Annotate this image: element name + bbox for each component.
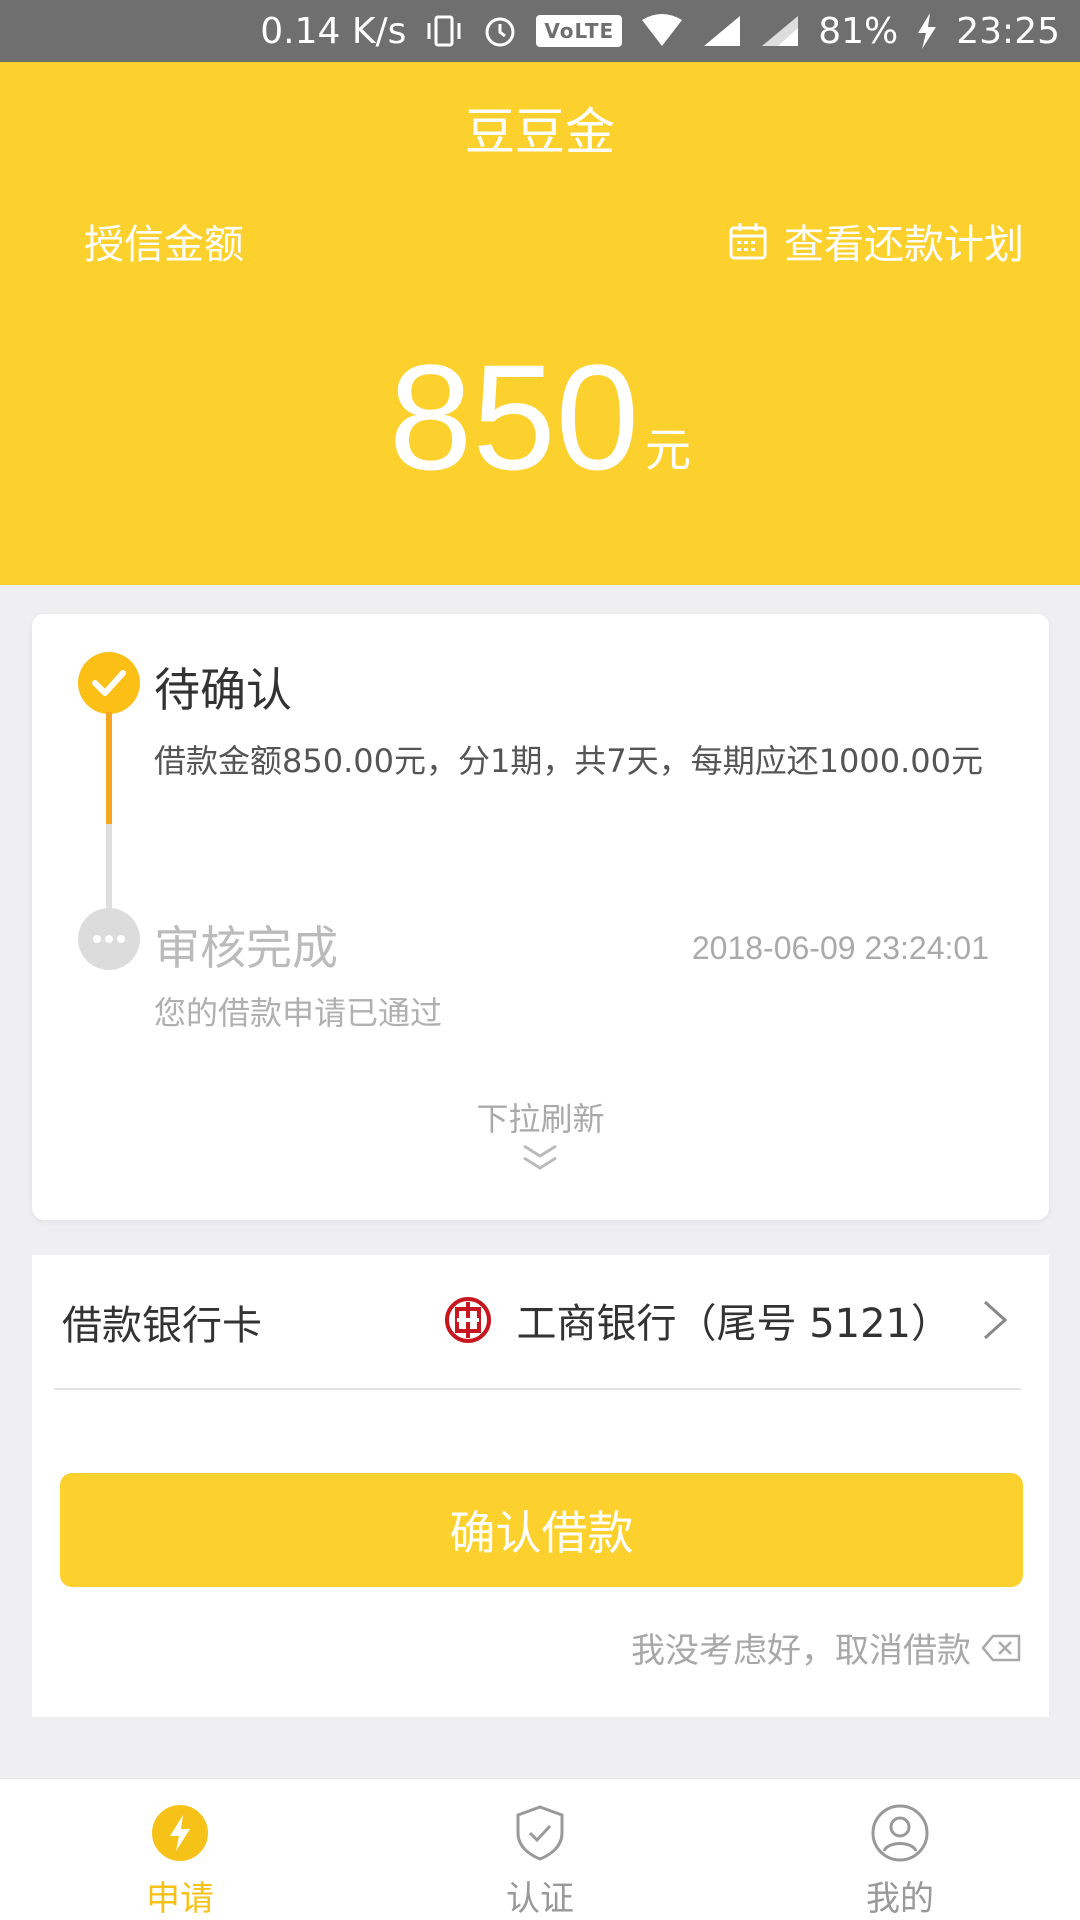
loan-status-card: 待确认 借款金额850.00元，分1期，共7天，每期应还1000.00元 审核完… xyxy=(32,614,1049,1220)
bank-card-label: 借款银行卡 xyxy=(62,1303,262,1349)
step-reviewed-desc: 您的借款申请已通过 xyxy=(154,994,443,1032)
wifi-icon xyxy=(640,14,684,48)
signal-2-icon xyxy=(760,14,800,48)
tab-mine-label: 我的 xyxy=(866,1879,934,1919)
charging-icon xyxy=(916,13,938,49)
tab-verify[interactable]: 认证 xyxy=(360,1779,720,1920)
progress-line-inactive xyxy=(106,824,112,910)
cancel-loan-label: 我没考虑好，取消借款 xyxy=(631,1631,971,1671)
bottom-nav: 申请 认证 我的 xyxy=(0,1778,1080,1920)
credit-amount-label: 授信金额 xyxy=(84,222,244,268)
app-title: 豆豆金 xyxy=(465,103,615,161)
cancel-loan-link[interactable]: 我没考虑好，取消借款 xyxy=(631,1623,1021,1672)
battery-percent: 81% xyxy=(818,10,899,52)
step-pending-desc: 借款金额850.00元，分1期，共7天，每期应还1000.00元 xyxy=(154,742,984,780)
status-bar: 0.14 K/s VoLTE 81% 23:25 xyxy=(0,0,1080,62)
header: 豆豆金 授信金额 查看还款计划 850 元 xyxy=(0,62,1080,585)
confirm-loan-button[interactable]: 确认借款 xyxy=(60,1473,1023,1587)
vibrate-icon xyxy=(424,13,464,49)
bank-card-selector[interactable]: 工商银行（尾号 5121） xyxy=(444,1291,1011,1349)
signal-icon xyxy=(702,14,742,48)
icbc-logo-icon xyxy=(445,1297,492,1343)
progress-line-active xyxy=(106,712,112,824)
alarm-icon xyxy=(482,13,518,49)
credit-amount: 850 元 xyxy=(0,342,1080,492)
user-icon xyxy=(871,1804,929,1862)
network-speed: 0.14 K/s xyxy=(260,10,407,52)
tab-verify-label: 认证 xyxy=(506,1879,574,1919)
tab-apply[interactable]: 申请 xyxy=(0,1779,360,1920)
volte-badge: VoLTE xyxy=(536,15,623,47)
tab-apply-label: 申请 xyxy=(146,1879,214,1919)
backspace-icon xyxy=(981,1634,1021,1661)
bank-section: 借款银行卡 工商银行（尾号 5121） 确认借款 我没考虑好，取消借款 xyxy=(32,1255,1049,1717)
tab-mine[interactable]: 我的 xyxy=(720,1779,1080,1920)
more-dots-icon xyxy=(78,908,140,970)
step-pending-title: 待确认 xyxy=(154,663,292,717)
bank-card-value: 工商银行（尾号 5121） xyxy=(516,1301,951,1347)
check-icon xyxy=(78,652,140,714)
shield-check-icon xyxy=(516,1805,564,1861)
chevron-right-icon xyxy=(983,1300,1008,1340)
clock: 23:25 xyxy=(956,10,1060,52)
divider xyxy=(54,1388,1021,1390)
repayment-plan-label: 查看还款计划 xyxy=(784,222,1024,268)
repayment-plan-link[interactable]: 查看还款计划 xyxy=(728,212,1024,270)
step-reviewed-time: 2018-06-09 23:24:01 xyxy=(691,930,989,966)
credit-amount-unit: 元 xyxy=(645,423,692,477)
chevron-double-down-icon xyxy=(523,1144,557,1170)
lightning-icon xyxy=(152,1805,208,1861)
pull-refresh-hint: 下拉刷新 xyxy=(476,1100,605,1138)
calendar-icon xyxy=(729,223,767,260)
credit-amount-value: 850 xyxy=(388,333,640,501)
step-reviewed-title: 审核完成 xyxy=(154,921,338,975)
